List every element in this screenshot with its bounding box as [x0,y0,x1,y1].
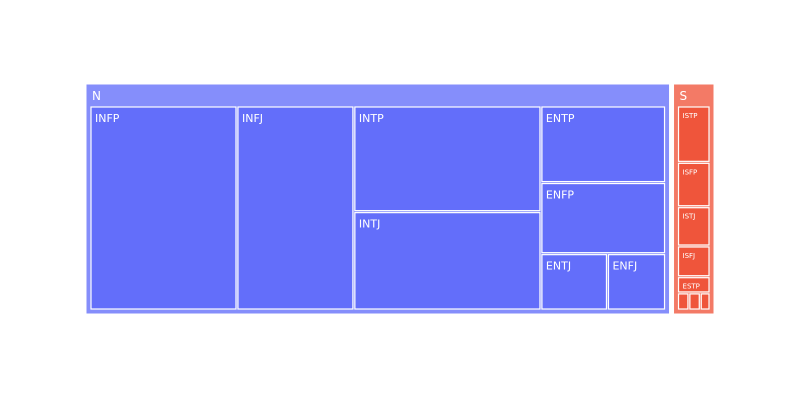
treemap-tile-label-enfj: ENFJ [612,260,637,273]
treemap-tile-infj[interactable] [237,106,354,310]
treemap-group-label-s: S [680,89,688,103]
treemap-group-label-n: N [92,89,101,103]
treemap-tile-label-estp: ESTP [683,283,700,291]
treemap-tile-label-enfp: ENFP [546,189,575,202]
treemap-tile-label-istp: ISTP [683,112,698,120]
treemap-tile-label-entj: ENTJ [546,260,571,273]
treemap-tile-esfp[interactable] [677,293,689,310]
treemap-tile-label-istj: ISTJ [683,213,696,221]
treemap-tile-label-entp: ENTP [546,112,575,125]
treemap-tile-label-isfj: ISFJ [683,252,696,260]
treemap-chart: N INFP INFJ INTP INTJ ENTP ENFP ENTJ ENFJ S ISTP IS… [85,83,715,315]
treemap-tile-estj[interactable] [700,293,710,310]
treemap-plot-area: N INFP INFJ INTP INTJ ENTP ENFP ENTJ ENFJ S ISTP IS… [85,83,715,315]
treemap-tile-label-intj: INTJ [359,218,380,231]
treemap-tile-infp[interactable] [90,106,237,310]
treemap-tile-label-isfp: ISFP [683,168,698,176]
treemap-tile-label-infp: INFP [95,112,120,125]
treemap-tile-label-intp: INTP [359,112,384,125]
treemap-tile-esfj[interactable] [689,293,700,310]
treemap-tile-label-infj: INFJ [242,112,263,125]
treemap-tile-intj[interactable] [354,212,541,310]
